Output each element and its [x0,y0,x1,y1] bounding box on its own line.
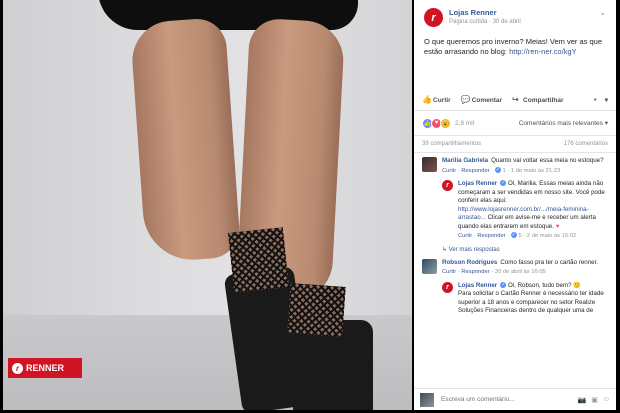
share-label: Compartilhar [523,96,564,104]
profile-picture-icon: ▪ [593,95,597,104]
photo-left-sock [228,227,289,293]
comment-reply-link[interactable]: Responder [461,168,489,174]
comment-likes: 1 [502,167,506,174]
renner-watermark-text: RENNER [26,363,65,373]
photo-left-leg [129,16,242,264]
share-button[interactable]: ↪ Compartilhar [512,96,563,104]
comment-sort-label: Comentários mais relevantes [518,120,603,127]
post-photo: r RENNER [3,0,412,410]
page-type: Página curtida [449,19,488,25]
comment-meta: Curtir · Responder · ✓ 5 · 2 de maio às … [458,232,577,239]
post-header: r Lojas Renner Página curtida · 30 de ab… [414,0,616,27]
reply-item: r Lojas Renner ✓ Oi, Marilia. Essas meias… [442,180,608,241]
camera-icon[interactable]: 📷 [578,396,587,404]
comment-reply-link[interactable]: Responder [461,269,489,275]
comment-input[interactable] [439,395,578,404]
comment-text: Quanto vai voltar essa meia no estoque? [491,157,604,164]
avatar[interactable] [422,157,437,172]
comment-author[interactable]: Robson Rodrigues [442,259,497,266]
comment-composer: 📷 ▣ ☺ [414,388,616,410]
post-meta: Página curtida · 30 de abril [449,19,521,25]
comment-like-link[interactable]: Curtir [458,233,472,239]
chevron-down-icon[interactable]: ⌄ [599,8,606,17]
comment-author[interactable]: Marilia Gabriela [442,157,488,164]
post-side-panel: r Lojas Renner Página curtida · 30 de ab… [414,0,616,410]
reactions-bar: 👍 ♥ 😮 2,8 mil Comentários mais relevante… [414,111,616,136]
photo-right-sock [287,283,346,337]
comment-likes: 5 [518,233,522,239]
share-stats: 39 compartilhamentos 176 comentários [414,136,616,153]
post-text: O que queremos pro inverno? Meias! Vem v… [414,27,616,57]
comments-count[interactable]: 176 comentários [564,141,608,147]
post-as-selector[interactable]: ▪ ▾ [593,95,608,105]
comment-date[interactable]: 2 de maio às 15:02 [527,233,576,239]
comment-meta: Curtir · Responder · ✓ 1 · 1 de maio às … [442,166,561,174]
comment-text-cont: Para solicitar o Cartão Renner é necessá… [458,290,604,314]
comment-like-link[interactable]: Curtir [442,269,456,275]
verified-badge-icon: ✓ [500,180,507,187]
like-button[interactable]: 👍 Curtir [422,96,451,104]
comment-author[interactable]: Lojas Renner [458,282,497,289]
gif-icon[interactable]: ▣ [591,396,598,404]
renner-watermark: r RENNER [8,358,82,378]
thumbs-up-icon: 👍 [422,95,432,104]
thumbs-up-icon: ✓ [510,232,517,239]
wow-reaction-icon: 😮 [440,117,451,129]
comment-item: Robson Rodrigues Como fasso pra ter o car… [422,258,608,277]
comment-icon: 💬 [460,95,471,104]
comment-reply-link[interactable]: Responder [477,233,505,239]
caret-down-icon: ▾ [604,97,608,104]
sticker-icon[interactable]: ☺ [603,396,610,404]
avatar[interactable]: r [442,180,453,191]
like-label: Curtir [433,96,451,104]
reactions-count[interactable]: 2,8 mil [455,120,474,127]
avatar [420,392,434,407]
post-date[interactable]: 30 de abril [493,19,521,25]
heart-emoji-icon: ♥ [555,222,560,230]
thumbs-up-icon: ✓ [494,166,501,173]
post-link[interactable]: http://ren-ner.co/kgY [509,47,577,56]
share-icon: ↪ [512,95,519,104]
comment-text: Oi, Robson, tudo bem? [507,281,574,289]
comment-date[interactable]: 1 de maio às 21:23 [511,168,560,174]
verified-badge-icon: ✓ [500,281,507,288]
comment-like-link[interactable]: Curtir [442,168,456,174]
page-name-link[interactable]: Lojas Renner [449,8,521,17]
more-replies-label: Ver mais respostas [448,246,500,253]
renner-logo-icon: r [12,362,23,374]
comment-button[interactable]: 💬 Comentar [461,96,502,104]
photo-viewer: r RENNER r Lojas Renner Página curtida ·… [0,0,620,413]
smile-emoji-icon: 🙂 [573,281,582,289]
reply-item: r Lojas Renner ✓ Oi, Robson, tudo bem? 🙂 … [442,281,608,316]
shares-count[interactable]: 39 compartilhamentos [422,141,481,147]
more-replies-link[interactable]: ↳ Ver mais respostas [442,246,608,253]
avatar[interactable]: r [442,281,453,293]
comment-sort-dropdown[interactable]: Comentários mais relevantes ▾ [519,119,608,127]
post-actions: 👍 Curtir 💬 Comentar ↪ Compartilhar ▪ ▾ [414,93,616,111]
comment-text: Como fasso pra ter o cartão renner. [500,258,599,266]
page-avatar[interactable]: r [424,8,443,27]
comment-meta: Curtir · Responder · 30 de abril às 16:0… [442,269,546,275]
comment-item: Marilia Gabriela Quanto vai voltar essa m… [422,157,608,175]
comment-author[interactable]: Lojas Renner [458,180,497,187]
comment-date[interactable]: 30 de abril às 16:05 [495,269,546,275]
comment-label: Comentar [471,96,503,104]
avatar[interactable] [422,258,437,274]
comments-list: Marilia Gabriela Quanto vai voltar essa m… [414,153,616,316]
